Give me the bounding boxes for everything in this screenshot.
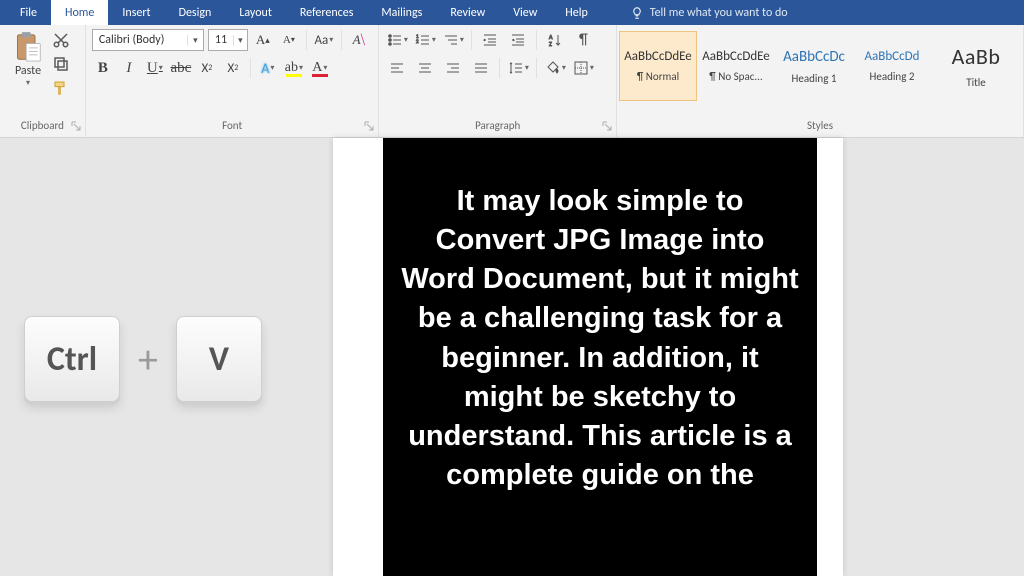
paste-label: Paste: [6, 64, 50, 78]
ribbon: Paste ▾ Clipboard Calibri (Body)▾: [0, 25, 1024, 138]
page: It may look simple to Convert JPG Image …: [333, 138, 843, 576]
align-right-button[interactable]: [441, 57, 465, 79]
tab-help[interactable]: Help: [551, 0, 602, 25]
style-gallery: AaBbCcDdEe ¶ Normal AaBbCcDdEe ¶ No Spac…: [619, 31, 1021, 101]
clear-formatting-button[interactable]: A⧹: [348, 29, 370, 51]
multilevel-list-button[interactable]: ▾: [441, 29, 465, 51]
style-normal[interactable]: AaBbCcDdEe ¶ Normal: [619, 31, 697, 101]
tab-references[interactable]: References: [286, 0, 368, 25]
font-color-button[interactable]: A▾: [309, 57, 331, 79]
tell-me-search[interactable]: Tell me what you want to do: [618, 0, 800, 25]
show-paragraph-marks-button[interactable]: ¶: [571, 29, 595, 51]
lightbulb-icon: [630, 6, 644, 20]
decrease-font-size-button[interactable]: A▾: [278, 29, 300, 51]
key-v: V: [176, 316, 262, 402]
bullets-button[interactable]: ▾: [385, 29, 409, 51]
shading-button[interactable]: ▾: [543, 57, 567, 79]
italic-button[interactable]: I: [118, 57, 140, 79]
group-label-paragraph: Paragraph: [379, 119, 616, 137]
clipboard-icon: [14, 31, 42, 63]
group-clipboard: Paste ▾ Clipboard: [0, 25, 86, 137]
group-label-clipboard: Clipboard: [0, 119, 85, 137]
group-paragraph: ▾ 12▾ ▾ AZ ¶ ▾: [379, 25, 617, 137]
bold-button[interactable]: B: [92, 57, 114, 79]
chevron-down-icon[interactable]: ▾: [6, 78, 50, 88]
strikethrough-button[interactable]: abc: [170, 57, 192, 79]
menu-bar: File Home Insert Design Layout Reference…: [0, 0, 1024, 25]
increase-indent-button[interactable]: [506, 29, 530, 51]
dialog-launcher-icon[interactable]: [364, 121, 374, 131]
text-effects-button[interactable]: A▾: [257, 57, 279, 79]
highlight-color-button[interactable]: ab▾: [283, 57, 305, 79]
underline-button[interactable]: U▾: [144, 57, 166, 79]
justify-button[interactable]: [469, 57, 493, 79]
line-spacing-button[interactable]: ▾: [506, 57, 530, 79]
svg-text:2: 2: [416, 39, 419, 45]
borders-button[interactable]: ▾: [571, 57, 595, 79]
increase-font-size-button[interactable]: A▴: [252, 29, 274, 51]
group-styles: AaBbCcDdEe ¶ Normal AaBbCcDdEe ¶ No Spac…: [617, 25, 1024, 137]
cut-icon[interactable]: [52, 31, 70, 49]
tab-file[interactable]: File: [0, 0, 51, 25]
sort-button[interactable]: AZ: [543, 29, 567, 51]
tab-view[interactable]: View: [499, 0, 551, 25]
font-name-combo[interactable]: Calibri (Body)▾: [92, 29, 204, 51]
chevron-down-icon: ▾: [187, 35, 203, 46]
tell-me-label: Tell me what you want to do: [650, 6, 788, 20]
align-center-button[interactable]: [413, 57, 437, 79]
chevron-down-icon: ▾: [233, 35, 247, 46]
font-size-combo[interactable]: 11▾: [208, 29, 248, 51]
dialog-launcher-icon[interactable]: [71, 121, 81, 131]
superscript-button[interactable]: X2: [222, 57, 244, 79]
style-heading-2[interactable]: AaBbCcDd Heading 2: [853, 31, 931, 101]
tab-insert[interactable]: Insert: [108, 0, 164, 25]
decrease-indent-button[interactable]: [478, 29, 502, 51]
tab-layout[interactable]: Layout: [225, 0, 286, 25]
subscript-button[interactable]: X2: [196, 57, 218, 79]
document-text: It may look simple to Convert JPG Image …: [383, 138, 817, 576]
paste-button[interactable]: Paste ▾: [6, 29, 50, 88]
copy-icon[interactable]: [52, 55, 70, 73]
group-label-font: Font: [86, 119, 379, 137]
style-no-spacing[interactable]: AaBbCcDdEe ¶ No Spac...: [697, 31, 775, 101]
numbering-button[interactable]: 12▾: [413, 29, 437, 51]
group-label-styles: Styles: [617, 119, 1023, 137]
tab-review[interactable]: Review: [436, 0, 499, 25]
tab-home[interactable]: Home: [51, 0, 108, 25]
style-title[interactable]: AaBb Title: [931, 31, 1021, 101]
format-painter-icon[interactable]: [52, 79, 70, 97]
tab-mailings[interactable]: Mailings: [367, 0, 436, 25]
svg-text:Z: Z: [549, 40, 552, 48]
plus-icon: +: [138, 335, 158, 384]
change-case-button[interactable]: Aa▾: [313, 29, 335, 51]
tab-design[interactable]: Design: [165, 0, 226, 25]
align-left-button[interactable]: [385, 57, 409, 79]
key-ctrl: Ctrl: [24, 316, 120, 402]
style-heading-1[interactable]: AaBbCcDc Heading 1: [775, 31, 853, 101]
group-font: Calibri (Body)▾ 11▾ A▴ A▾ Aa▾ A⧹ B I U▾: [86, 25, 380, 137]
shortcut-overlay: Ctrl + V: [24, 316, 262, 402]
dialog-launcher-icon[interactable]: [602, 121, 612, 131]
